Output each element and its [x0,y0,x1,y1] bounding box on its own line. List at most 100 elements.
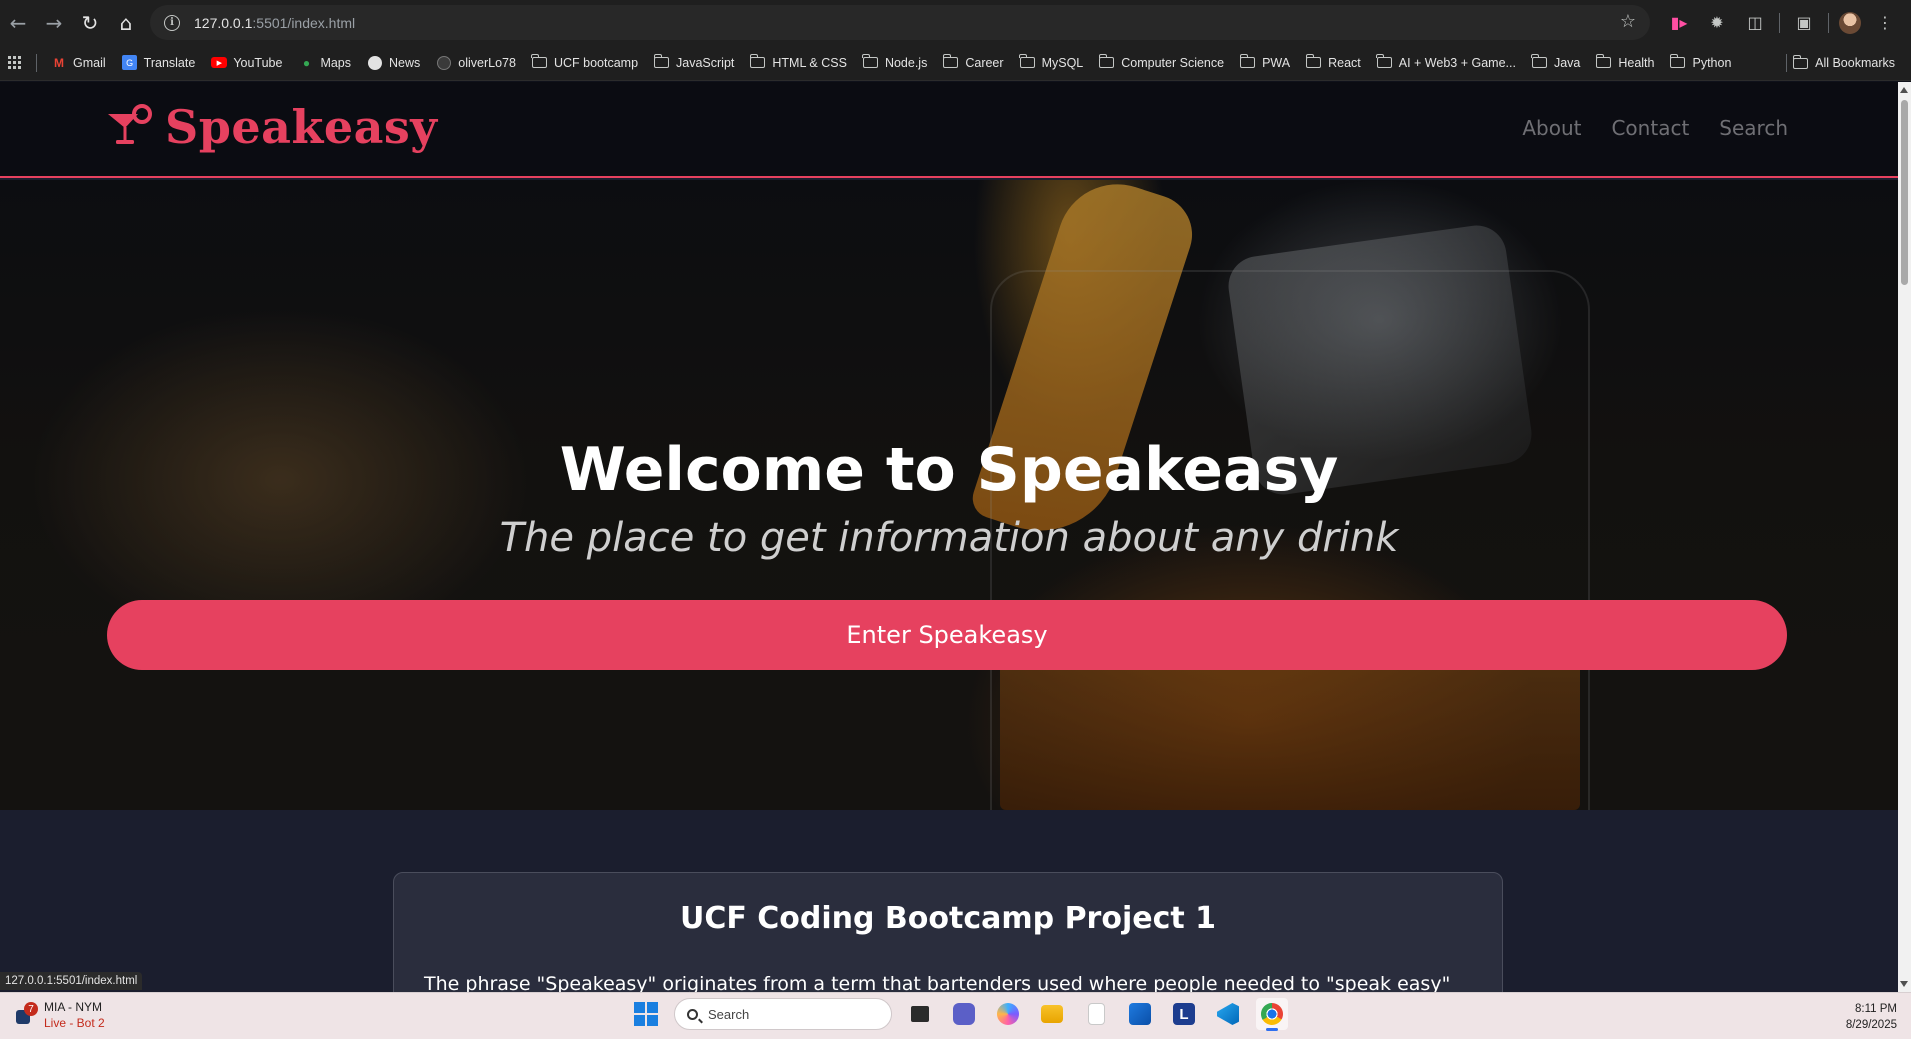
bookmark-folder-nodejs[interactable]: Node.js [855,49,935,77]
folder-icon [1376,54,1392,68]
site-logo[interactable]: Speakeasy [105,100,438,154]
taskbar-apps: Search L [630,998,1288,1031]
bookmark-translate[interactable]: G Translate [114,49,204,77]
bookmark-folder-react[interactable]: React [1298,49,1369,77]
folder-icon [531,54,547,68]
bookmark-label: Health [1618,55,1655,70]
scrollbar-thumb[interactable] [1901,100,1908,285]
task-view-icon[interactable] [904,998,936,1030]
bookmark-youtube[interactable]: ▶ YouTube [203,49,290,77]
forward-arrow-icon[interactable]: → [36,5,72,41]
taskbar-search-box[interactable]: Search [674,998,892,1030]
vscode-icon[interactable] [1212,998,1244,1030]
folder-icon [1239,54,1256,68]
page-viewport: Speakeasy About Contact Search Welcome t… [0,82,1898,992]
site-brand-name: Speakeasy [165,100,438,154]
teams-icon[interactable] [948,998,980,1030]
bookmark-label: Translate [143,55,196,70]
profile-avatar[interactable] [1839,11,1861,34]
file-explorer-icon[interactable] [1036,998,1068,1030]
folder-icon [1531,54,1547,68]
scroll-down-arrow-icon[interactable] [1900,981,1908,987]
bookmark-star-icon[interactable]: ☆ [1620,11,1636,32]
bookmark-folder-html-css[interactable]: HTML & CSS [742,49,855,77]
folder-icon [1595,54,1612,68]
apps-grid-icon[interactable] [8,55,22,70]
url-host: 127.0.0.1 [194,14,253,31]
bookmark-label: Node.js [884,55,928,70]
home-icon[interactable]: ⌂ [108,5,144,41]
clock-time: 8:11 PM [1855,1003,1897,1015]
toolbar-actions: ▮▸ ✹ ◫ ▣ ⋮ [1665,0,1911,45]
copilot-icon[interactable] [992,998,1024,1030]
folder-icon [1305,54,1322,68]
gear-extension-icon[interactable]: ✹ [1703,9,1731,37]
taskbar-search-placeholder: Search [708,1006,750,1022]
bookmark-maps[interactable]: ● Maps [290,49,359,77]
widget-subtitle: Live - Bot 2 [44,1016,105,1030]
bookmark-label: News [389,55,421,70]
bookmark-github[interactable]: oliverLo78 [428,49,524,77]
bookmark-gmail[interactable]: M Gmail [43,49,114,77]
bookmark-label: Gmail [73,55,106,70]
nav-link-search[interactable]: Search [1719,116,1788,140]
site-navbar: Speakeasy About Contact Search [0,82,1898,178]
cast-icon[interactable]: ▣ [1790,9,1818,37]
puzzle-extensions-icon[interactable]: ◫ [1741,9,1769,37]
folder-icon [749,54,766,68]
card-title: UCF Coding Bootcamp Project 1 [679,901,1217,936]
folder-icon [1098,54,1115,68]
taskbar-clock[interactable]: 8:11 PM 8/29/2025 [1846,1001,1897,1033]
bookmark-folder-career[interactable]: Career [935,49,1011,77]
hero-title: Welcome to Speakeasy [559,435,1339,505]
chrome-icon[interactable] [1256,998,1288,1031]
nav-link-contact[interactable]: Contact [1611,116,1689,140]
translate-icon: G [122,55,138,70]
lichess-l-app-icon[interactable]: L [1168,998,1200,1030]
github-icon [437,55,452,70]
nav-link-about[interactable]: About [1522,116,1581,140]
kebab-menu-icon[interactable]: ⋮ [1871,9,1899,37]
bookmark-folder-java[interactable]: Java [1524,49,1588,77]
extension-icon[interactable]: ▮▸ [1665,9,1693,37]
bookmark-label: Maps [320,55,352,70]
bookmark-label: PWA [1262,55,1291,70]
windows-logo-icon [634,1002,658,1026]
sports-widget[interactable]: 7 MIA - NYM Live - Bot 2 [12,999,105,1031]
bookmark-folder-javascript[interactable]: JavaScript [646,49,742,77]
bookmark-divider [1786,54,1788,72]
bookmark-label: oliverLo78 [458,55,516,70]
site-nav-links: About Contact Search [1522,116,1788,140]
hero-subtitle: The place to get information about any d… [499,515,1399,561]
bookmark-label: Computer Science [1121,55,1225,70]
scroll-up-arrow-icon[interactable] [1900,87,1908,93]
start-button[interactable] [630,998,662,1030]
bookmark-folder-pwa[interactable]: PWA [1232,49,1298,77]
bookmark-label: React [1328,55,1361,70]
link-status-tooltip: 127.0.0.1:5501/index.html [0,972,143,990]
notepad-icon[interactable] [1080,998,1112,1030]
page-scrollbar[interactable] [1898,82,1911,992]
microsoft-store-icon[interactable] [1124,998,1156,1030]
reload-icon[interactable]: ↻ [72,5,108,41]
bookmark-folder-ucf-bootcamp[interactable]: UCF bootcamp [524,49,646,77]
bookmark-folder-python[interactable]: Python [1662,49,1739,77]
site-info-icon[interactable]: i [164,14,180,31]
bookmark-label: Java [1553,55,1581,70]
bookmark-label: UCF bootcamp [553,55,639,70]
back-arrow-icon[interactable]: ← [0,5,36,41]
hero-section: Welcome to Speakeasy The place to get in… [0,180,1898,810]
enter-speakeasy-button[interactable]: Enter Speakeasy [107,600,1787,670]
bookmark-news[interactable]: News [359,49,428,77]
bookmark-folder-health[interactable]: Health [1588,49,1662,77]
clock-date: 8/29/2025 [1845,1019,1897,1031]
bookmark-folder-mysql[interactable]: MySQL [1012,49,1092,77]
search-icon [687,1008,698,1020]
all-bookmarks-button[interactable]: All Bookmarks [1772,49,1903,77]
bookmark-folder-computer-science[interactable]: Computer Science [1091,49,1232,77]
bookmark-label: AI + Web3 + Game... [1398,55,1516,70]
folder-icon [1019,54,1035,68]
bookmark-folder-ai-web3-game[interactable]: AI + Web3 + Game... [1369,49,1524,77]
notification-badge: 7 [24,1002,38,1016]
address-bar[interactable]: i 127.0.0.1:5501/index.html ☆ [150,5,1650,40]
